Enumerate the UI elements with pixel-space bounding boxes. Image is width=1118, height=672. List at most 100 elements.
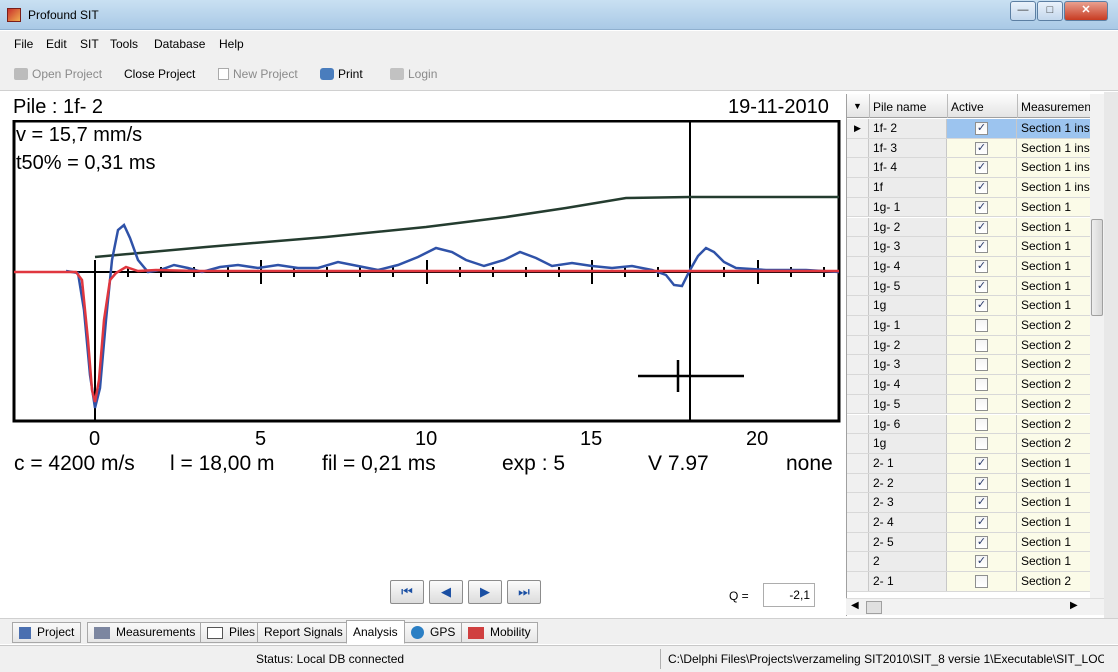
row-indicator[interactable] bbox=[847, 256, 869, 276]
row-indicator[interactable] bbox=[847, 237, 869, 256]
tab-mobility[interactable]: Mobility bbox=[461, 622, 538, 643]
q-value-field[interactable]: -2,1 bbox=[763, 583, 815, 607]
menu-tools[interactable]: Tools bbox=[110, 37, 138, 51]
scroll-left-icon[interactable]: ◀ bbox=[851, 600, 859, 611]
active-checkbox[interactable]: ✓ bbox=[975, 259, 988, 273]
next-record-button[interactable]: ▶ bbox=[468, 580, 502, 604]
row-indicator[interactable] bbox=[847, 316, 869, 335]
active-checkbox[interactable]: ✓ bbox=[975, 240, 988, 254]
table-row[interactable]: ▶ 1f- 2 ✓ Section 1 ins bbox=[847, 119, 1104, 139]
table-row[interactable]: 1g- 3 Section 2 bbox=[847, 355, 1104, 376]
pile-name-cell[interactable]: 1g- 3 bbox=[869, 355, 947, 375]
table-row[interactable]: 1g ✓ Section 1 bbox=[847, 296, 1104, 316]
scrollbar-thumb[interactable] bbox=[1091, 219, 1103, 316]
menu-database[interactable]: Database bbox=[154, 37, 205, 51]
table-row[interactable]: 1f- 3 ✓ Section 1 ins bbox=[847, 138, 1104, 159]
table-row[interactable]: 1g- 2 ✓ Section 1 bbox=[847, 217, 1104, 238]
pile-name-cell[interactable]: 1f- 3 bbox=[869, 138, 947, 158]
pile-name-cell[interactable]: 1g- 1 bbox=[869, 197, 947, 217]
pile-name-cell[interactable]: 1g- 4 bbox=[869, 256, 947, 276]
table-vertical-scrollbar[interactable] bbox=[1090, 94, 1104, 599]
active-checkbox[interactable]: ✓ bbox=[975, 220, 988, 234]
active-checkbox[interactable]: ✓ bbox=[975, 555, 988, 569]
row-indicator[interactable] bbox=[847, 197, 869, 217]
table-row[interactable]: 2- 2 ✓ Section 1 bbox=[847, 473, 1104, 494]
scroll-right-icon[interactable]: ▶ bbox=[1070, 600, 1078, 611]
row-indicator[interactable] bbox=[847, 138, 869, 158]
active-checkbox[interactable] bbox=[975, 378, 988, 392]
table-row[interactable]: 1f ✓ Section 1 ins bbox=[847, 178, 1104, 198]
pile-name-cell[interactable]: 1f bbox=[869, 178, 947, 197]
table-row[interactable]: 2- 1 Section 2 bbox=[847, 572, 1104, 592]
pile-name-cell[interactable]: 2- 2 bbox=[869, 473, 947, 493]
table-row[interactable]: 2 ✓ Section 1 bbox=[847, 552, 1104, 573]
row-indicator[interactable] bbox=[847, 414, 869, 434]
pile-name-cell[interactable]: 1g- 2 bbox=[869, 217, 947, 237]
row-indicator[interactable] bbox=[847, 513, 869, 532]
active-checkbox[interactable]: ✓ bbox=[975, 181, 988, 195]
active-checkbox[interactable] bbox=[975, 437, 988, 451]
pile-name-cell[interactable]: 1g- 4 bbox=[869, 375, 947, 394]
tab-piles[interactable]: Piles bbox=[200, 622, 263, 643]
row-indicator[interactable] bbox=[847, 375, 869, 394]
tab-report-signals[interactable]: Report Signals bbox=[257, 622, 350, 643]
table-row[interactable]: 1g- 4 ✓ Section 1 bbox=[847, 256, 1104, 277]
table-row[interactable]: 1g- 4 Section 2 bbox=[847, 375, 1104, 395]
pile-name-cell[interactable]: 1g- 6 bbox=[869, 414, 947, 434]
row-indicator[interactable] bbox=[847, 572, 869, 591]
pile-name-cell[interactable]: 1g bbox=[869, 296, 947, 315]
row-indicator[interactable] bbox=[847, 532, 869, 552]
row-indicator[interactable] bbox=[847, 217, 869, 237]
pile-name-cell[interactable]: 2- 4 bbox=[869, 513, 947, 532]
row-indicator[interactable] bbox=[847, 296, 869, 315]
pile-name-cell[interactable]: 1f- 4 bbox=[869, 158, 947, 178]
row-indicator[interactable] bbox=[847, 394, 869, 414]
row-indicator[interactable] bbox=[847, 493, 869, 512]
tab-gps[interactable]: GPS bbox=[404, 622, 463, 643]
pile-name-cell[interactable]: 2- 1 bbox=[869, 572, 947, 591]
close-project-button[interactable]: Close Project bbox=[124, 67, 195, 81]
new-project-button[interactable]: New Project bbox=[218, 67, 298, 81]
login-button[interactable]: Login bbox=[390, 67, 437, 81]
pile-name-cell[interactable]: 1g- 1 bbox=[869, 316, 947, 335]
active-checkbox[interactable]: ✓ bbox=[975, 161, 988, 175]
column-measurement[interactable]: Measuremen bbox=[1021, 100, 1091, 114]
table-row[interactable]: 2- 1 ✓ Section 1 bbox=[847, 453, 1104, 474]
open-project-button[interactable]: Open Project bbox=[14, 67, 102, 81]
active-checkbox[interactable] bbox=[975, 358, 988, 372]
last-record-button[interactable]: ⏭ bbox=[507, 580, 541, 604]
table-row[interactable]: 1g- 1 Section 2 bbox=[847, 316, 1104, 336]
pile-name-cell[interactable]: 2 bbox=[869, 552, 947, 572]
table-row[interactable]: 1g- 5 ✓ Section 1 bbox=[847, 276, 1104, 297]
close-icon[interactable]: ✕ bbox=[1064, 1, 1108, 21]
row-indicator[interactable] bbox=[847, 473, 869, 493]
active-checkbox[interactable]: ✓ bbox=[975, 535, 988, 549]
table-row[interactable]: 1g- 3 ✓ Section 1 bbox=[847, 237, 1104, 257]
table-row[interactable]: 2- 5 ✓ Section 1 bbox=[847, 532, 1104, 553]
active-checkbox[interactable]: ✓ bbox=[975, 299, 988, 313]
table-row[interactable]: 1g Section 2 bbox=[847, 434, 1104, 454]
row-indicator[interactable] bbox=[847, 552, 869, 572]
pile-name-cell[interactable]: 1f- 2 bbox=[869, 119, 947, 138]
tab-project[interactable]: Project bbox=[12, 622, 82, 643]
pile-name-cell[interactable]: 2- 3 bbox=[869, 493, 947, 512]
active-checkbox[interactable]: ✓ bbox=[975, 456, 988, 470]
row-indicator[interactable] bbox=[847, 434, 869, 453]
active-checkbox[interactable] bbox=[975, 397, 988, 411]
table-row[interactable]: 1f- 4 ✓ Section 1 ins bbox=[847, 158, 1104, 179]
tab-measurements[interactable]: Measurements bbox=[87, 622, 203, 643]
table-row[interactable]: 1g- 2 Section 2 bbox=[847, 335, 1104, 356]
table-row[interactable]: 2- 4 ✓ Section 1 bbox=[847, 513, 1104, 533]
row-indicator[interactable] bbox=[847, 178, 869, 197]
pile-name-cell[interactable]: 1g bbox=[869, 434, 947, 453]
active-checkbox[interactable]: ✓ bbox=[975, 496, 988, 510]
pile-name-cell[interactable]: 1g- 2 bbox=[869, 335, 947, 355]
menu-help[interactable]: Help bbox=[219, 37, 244, 51]
active-checkbox[interactable] bbox=[975, 338, 988, 352]
first-record-button[interactable]: ⏮ bbox=[390, 580, 424, 604]
menu-sit[interactable]: SIT bbox=[80, 37, 99, 51]
row-indicator[interactable] bbox=[847, 453, 869, 473]
column-active[interactable]: Active bbox=[951, 100, 984, 114]
tab-analysis[interactable]: Analysis bbox=[346, 620, 405, 644]
active-checkbox[interactable] bbox=[975, 575, 988, 589]
